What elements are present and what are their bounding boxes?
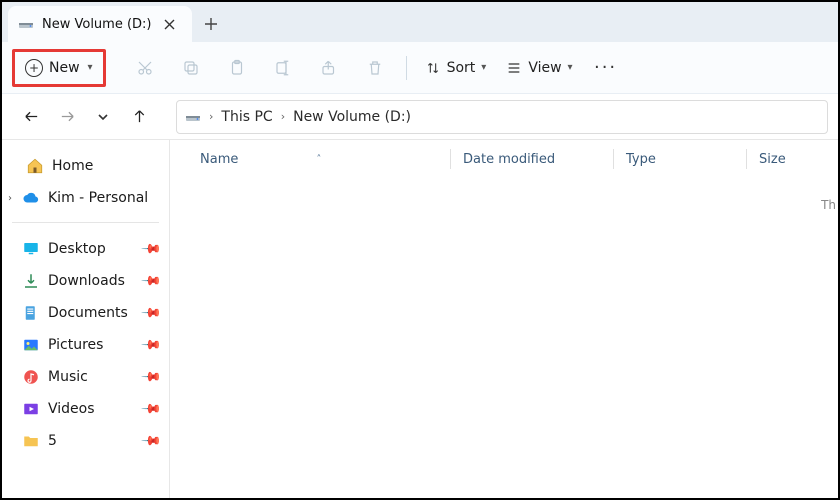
sidebar-item-label: Music — [48, 369, 88, 385]
sidebar-item-pictures[interactable]: Pictures 📌 — [8, 329, 163, 361]
pin-icon: 📌 — [140, 366, 162, 388]
sidebar-item-documents[interactable]: Documents 📌 — [8, 297, 163, 329]
chevron-down-icon: ▾ — [481, 62, 486, 73]
pin-icon: 📌 — [140, 238, 162, 260]
download-icon — [22, 272, 40, 290]
sort-button[interactable]: Sort ▾ — [417, 50, 495, 86]
pin-icon: 📌 — [140, 334, 162, 356]
sort-icon — [425, 60, 441, 76]
sort-indicator-icon: ˄ — [316, 154, 321, 165]
chevron-down-icon: ▾ — [568, 62, 573, 73]
sidebar-item-label: Videos — [48, 401, 95, 417]
sidebar-item-label: Desktop — [48, 241, 106, 257]
sidebar-item-desktop[interactable]: Desktop 📌 — [8, 233, 163, 265]
delete-button[interactable] — [354, 50, 396, 86]
column-type[interactable]: Type — [626, 152, 746, 167]
sidebar-item-videos[interactable]: Videos 📌 — [8, 393, 163, 425]
breadcrumb-current[interactable]: New Volume (D:) — [293, 109, 411, 125]
content-area: Name ˄ Date modified Type Size — [170, 140, 838, 498]
sidebar-separator — [12, 222, 159, 223]
sidebar-item-label: Pictures — [48, 337, 103, 353]
share-button[interactable] — [308, 50, 350, 86]
view-icon — [506, 60, 522, 76]
column-headers: Name ˄ Date modified Type Size — [170, 140, 838, 178]
chevron-right-icon: › — [279, 110, 287, 123]
plus-circle-icon: + — [25, 59, 43, 77]
paste-button[interactable] — [216, 50, 258, 86]
sidebar-item-downloads[interactable]: Downloads 📌 — [8, 265, 163, 297]
videos-icon — [22, 400, 40, 418]
column-name[interactable]: Name ˄ — [200, 152, 450, 167]
truncated-text: Th — [821, 198, 836, 212]
sidebar-item-label: Documents — [48, 305, 128, 321]
main-area: Home › Kim - Personal Desktop 📌 Download… — [2, 140, 838, 498]
chevron-down-icon: ▾ — [88, 62, 93, 73]
pin-icon: 📌 — [140, 270, 162, 292]
pin-icon: 📌 — [140, 430, 162, 452]
close-icon[interactable] — [160, 14, 180, 34]
column-divider[interactable] — [746, 149, 747, 169]
toolbar-separator — [406, 56, 407, 80]
copy-button[interactable] — [170, 50, 212, 86]
drive-icon — [18, 16, 34, 32]
chevron-right-icon: › — [207, 110, 215, 123]
breadcrumb-root[interactable]: This PC — [221, 109, 272, 125]
new-button-label: New — [49, 60, 80, 76]
cut-button[interactable] — [124, 50, 166, 86]
column-size[interactable]: Size — [759, 152, 830, 167]
sidebar-item-onedrive[interactable]: › Kim - Personal — [8, 182, 163, 214]
more-button[interactable]: ··· — [585, 50, 627, 86]
pictures-icon — [22, 336, 40, 354]
desktop-icon — [22, 240, 40, 258]
column-label: Size — [759, 152, 786, 167]
pin-icon: 📌 — [140, 302, 162, 324]
forward-button[interactable] — [52, 102, 82, 132]
nav-row: › This PC › New Volume (D:) — [2, 94, 838, 140]
recent-button[interactable] — [88, 102, 118, 132]
back-button[interactable] — [16, 102, 46, 132]
sidebar-item-music[interactable]: Music 📌 — [8, 361, 163, 393]
sidebar: Home › Kim - Personal Desktop 📌 Download… — [2, 140, 170, 498]
sidebar-item-folder-5[interactable]: 5 📌 — [8, 425, 163, 457]
column-date[interactable]: Date modified — [463, 152, 613, 167]
sort-label: Sort — [447, 60, 476, 76]
sidebar-item-home[interactable]: Home — [8, 150, 163, 182]
view-button[interactable]: View ▾ — [498, 50, 580, 86]
documents-icon — [22, 304, 40, 322]
column-label: Name — [200, 152, 238, 167]
chevron-right-icon[interactable]: › — [8, 193, 12, 204]
music-icon — [22, 368, 40, 386]
new-button[interactable]: + New ▾ — [12, 49, 106, 87]
address-bar[interactable]: › This PC › New Volume (D:) — [176, 100, 828, 134]
rename-button[interactable] — [262, 50, 304, 86]
new-tab-button[interactable] — [192, 6, 230, 42]
tab-active[interactable]: New Volume (D:) — [8, 6, 192, 42]
sidebar-item-label: Downloads — [48, 273, 125, 289]
folder-icon — [22, 432, 40, 450]
tab-title: New Volume (D:) — [42, 17, 152, 32]
toolbar: + New ▾ Sort ▾ View ▾ ··· — [2, 42, 838, 94]
pin-icon: 📌 — [140, 398, 162, 420]
column-divider[interactable] — [613, 149, 614, 169]
column-label: Type — [626, 152, 656, 167]
column-divider[interactable] — [450, 149, 451, 169]
drive-icon — [185, 109, 201, 125]
tab-bar: New Volume (D:) — [2, 2, 838, 42]
cloud-icon — [22, 189, 40, 207]
sidebar-item-label: Kim - Personal — [48, 190, 148, 206]
sidebar-item-label: Home — [52, 158, 93, 174]
view-label: View — [528, 60, 561, 76]
up-button[interactable] — [124, 102, 154, 132]
home-icon — [26, 157, 44, 175]
sidebar-item-label: 5 — [48, 433, 57, 449]
column-label: Date modified — [463, 152, 555, 167]
